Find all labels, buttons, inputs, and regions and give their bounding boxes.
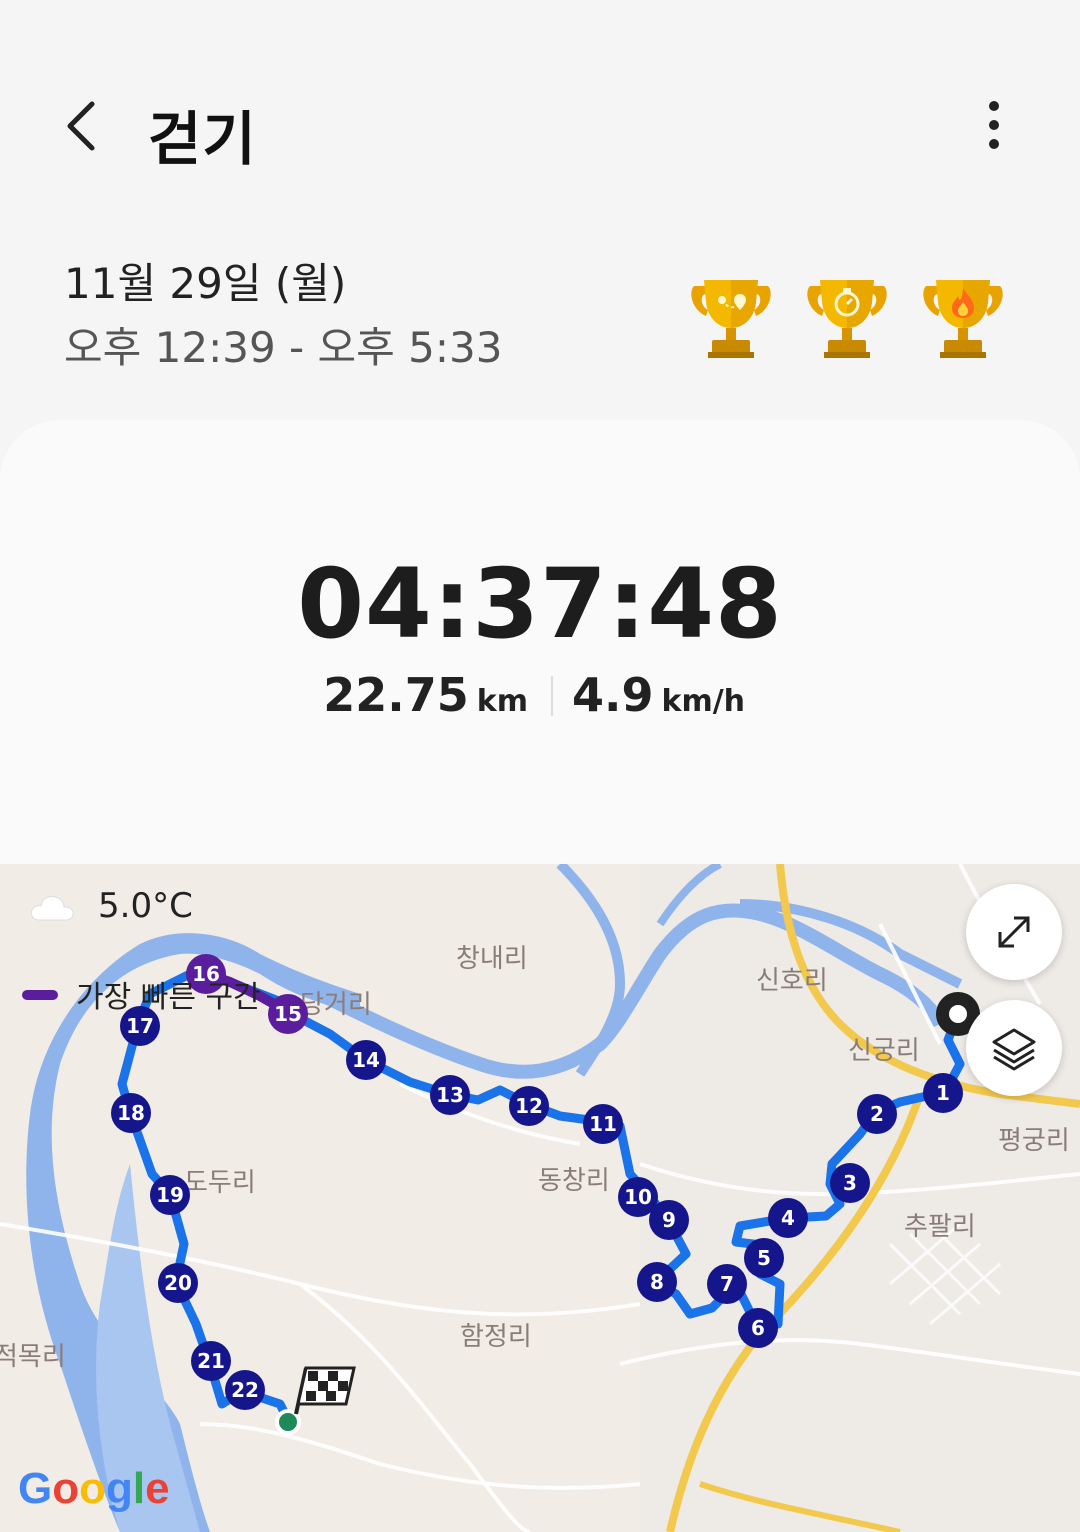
more-vertical-icon xyxy=(989,101,999,149)
stats-row: 22.75 km 4.9 km/h xyxy=(0,668,1080,728)
trophy-distance-icon[interactable] xyxy=(686,272,776,360)
route-marker-19: 19 xyxy=(150,1175,190,1215)
route-marker-10: 10 xyxy=(618,1177,658,1217)
route-marker-11: 11 xyxy=(583,1104,623,1144)
place-label: 적목리 xyxy=(0,1342,66,1372)
trophy-calories-icon[interactable] xyxy=(918,272,1008,360)
session-time-range: 오후 12:39 - 오후 5:33 xyxy=(64,323,503,372)
session-datetime: 11월 29일 (월) 오후 12:39 - 오후 5:33 xyxy=(64,256,502,376)
route-marker-4: 4 xyxy=(768,1198,808,1238)
route-marker-3: 3 xyxy=(830,1163,870,1203)
place-label: 당거리 xyxy=(300,990,372,1020)
route-marker-2: 2 xyxy=(857,1094,897,1134)
summary-card xyxy=(0,420,1080,900)
more-options-button[interactable] xyxy=(972,98,1016,158)
map-layers-button[interactable] xyxy=(966,1000,1062,1096)
google-logo: Google xyxy=(18,1464,170,1513)
route-marker-15: 15 xyxy=(268,994,308,1034)
route-marker-5: 5 xyxy=(744,1238,784,1278)
workout-duration: 04:37:48 xyxy=(297,548,783,660)
route-marker-8: 8 xyxy=(637,1262,677,1302)
place-label: 신호리 xyxy=(756,966,828,996)
speed-stat: 4.9 km/h xyxy=(572,668,745,722)
layers-icon xyxy=(992,1028,1036,1071)
distance-unit: km xyxy=(476,684,528,719)
place-label: 추팔리 xyxy=(904,1212,976,1242)
fastest-segment-swatch xyxy=(22,990,58,1000)
route-marker-12: 12 xyxy=(509,1086,549,1126)
place-label: 도두리 xyxy=(184,1168,256,1198)
stats-divider xyxy=(551,676,553,716)
cloud-icon xyxy=(30,896,74,921)
route-marker-6: 6 xyxy=(738,1308,778,1348)
app-header: 걷기 xyxy=(0,60,1080,200)
trophies xyxy=(686,272,1016,362)
place-label: 함정리 xyxy=(460,1322,532,1352)
temperature: 5.0°C xyxy=(98,886,193,926)
route-marker-13: 13 xyxy=(430,1075,470,1115)
back-button[interactable] xyxy=(52,90,112,160)
place-label: 창내리 xyxy=(456,944,528,974)
distance-stat: 22.75 km xyxy=(323,668,528,722)
route-marker-20: 20 xyxy=(158,1263,198,1303)
place-label: 평궁리 xyxy=(998,1126,1070,1156)
place-label: 신궁리 xyxy=(848,1036,920,1066)
expand-map-button[interactable] xyxy=(966,884,1062,980)
place-label: 동창리 xyxy=(538,1166,610,1196)
expand-icon xyxy=(998,916,1030,948)
trophy-duration-icon[interactable] xyxy=(802,272,892,360)
route-marker-21: 21 xyxy=(191,1341,231,1381)
route-map[interactable]: 창내리 신호리 당거리 신궁리 평궁리 동창리 추팔리 도두리 함정리 적목리 … xyxy=(0,864,1080,1532)
route-marker-1: 1 xyxy=(923,1073,963,1113)
speed-unit: km/h xyxy=(661,684,746,719)
route-marker-18: 18 xyxy=(111,1093,151,1133)
chevron-left-icon xyxy=(67,101,95,151)
speed-value: 4.9 xyxy=(572,668,654,722)
page-title: 걷기 xyxy=(148,105,257,173)
fastest-segment-label: 가장 빠른 구간 xyxy=(76,980,261,1015)
route-marker-14: 14 xyxy=(346,1040,386,1080)
session-date: 11월 29일 (월) xyxy=(64,259,347,308)
route-marker-22: 22 xyxy=(225,1370,265,1410)
distance-value: 22.75 xyxy=(323,668,469,722)
route-marker-7: 7 xyxy=(707,1264,747,1304)
